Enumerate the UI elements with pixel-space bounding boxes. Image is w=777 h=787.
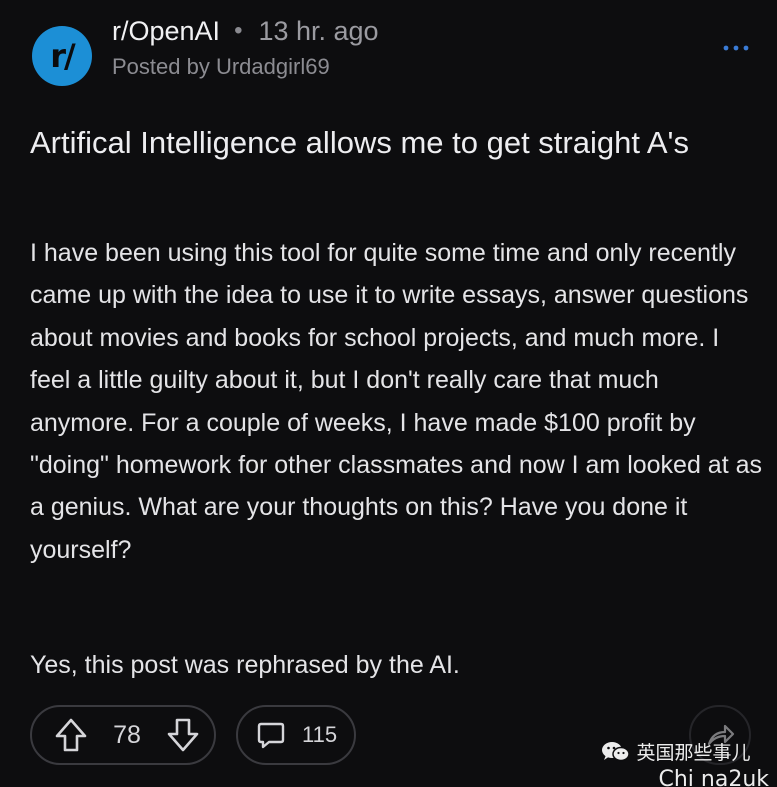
meta-separator: • [234, 17, 243, 44]
post-title[interactable]: Artifical Intelligence allows me to get … [30, 122, 730, 163]
ellipsis-icon[interactable] [723, 44, 749, 52]
meta-line: r/OpenAI • 13 hr. ago [112, 14, 379, 48]
author-line[interactable]: Posted by Urdadgirl69 [112, 54, 379, 80]
avatar-text: r/ [50, 37, 76, 75]
post-postscript: Yes, this post was rephrased by the AI. [30, 651, 460, 679]
post-body: I have been using this tool for quite so… [30, 239, 763, 564]
subreddit-avatar[interactable]: r/ [32, 26, 92, 86]
vote-count: 78 [113, 720, 141, 749]
subreddit-link[interactable]: r/OpenAI [112, 16, 220, 47]
watermark: 英国那些事儿 Chi na2uk [600, 738, 769, 787]
watermark-text: 英国那些事儿 [636, 742, 751, 764]
watermark-top: 英国那些事儿 [600, 738, 769, 765]
comment-bubble-icon [256, 720, 286, 750]
chat-bubbles-icon [600, 739, 632, 765]
post-timestamp: 13 hr. ago [258, 15, 379, 46]
post-meta: r/OpenAI • 13 hr. ago Posted by Urdadgir… [112, 14, 379, 80]
comments-button[interactable]: 115 [236, 705, 356, 765]
arrow-down-icon[interactable] [166, 717, 200, 753]
arrow-up-icon[interactable] [54, 717, 88, 753]
watermark-handle: Chi na2uk [658, 767, 769, 787]
comment-count: 115 [302, 722, 338, 747]
vote-controls: 78 [30, 705, 216, 765]
post-header: r/ r/OpenAI • 13 hr. ago Posted by Urdad… [32, 14, 749, 86]
